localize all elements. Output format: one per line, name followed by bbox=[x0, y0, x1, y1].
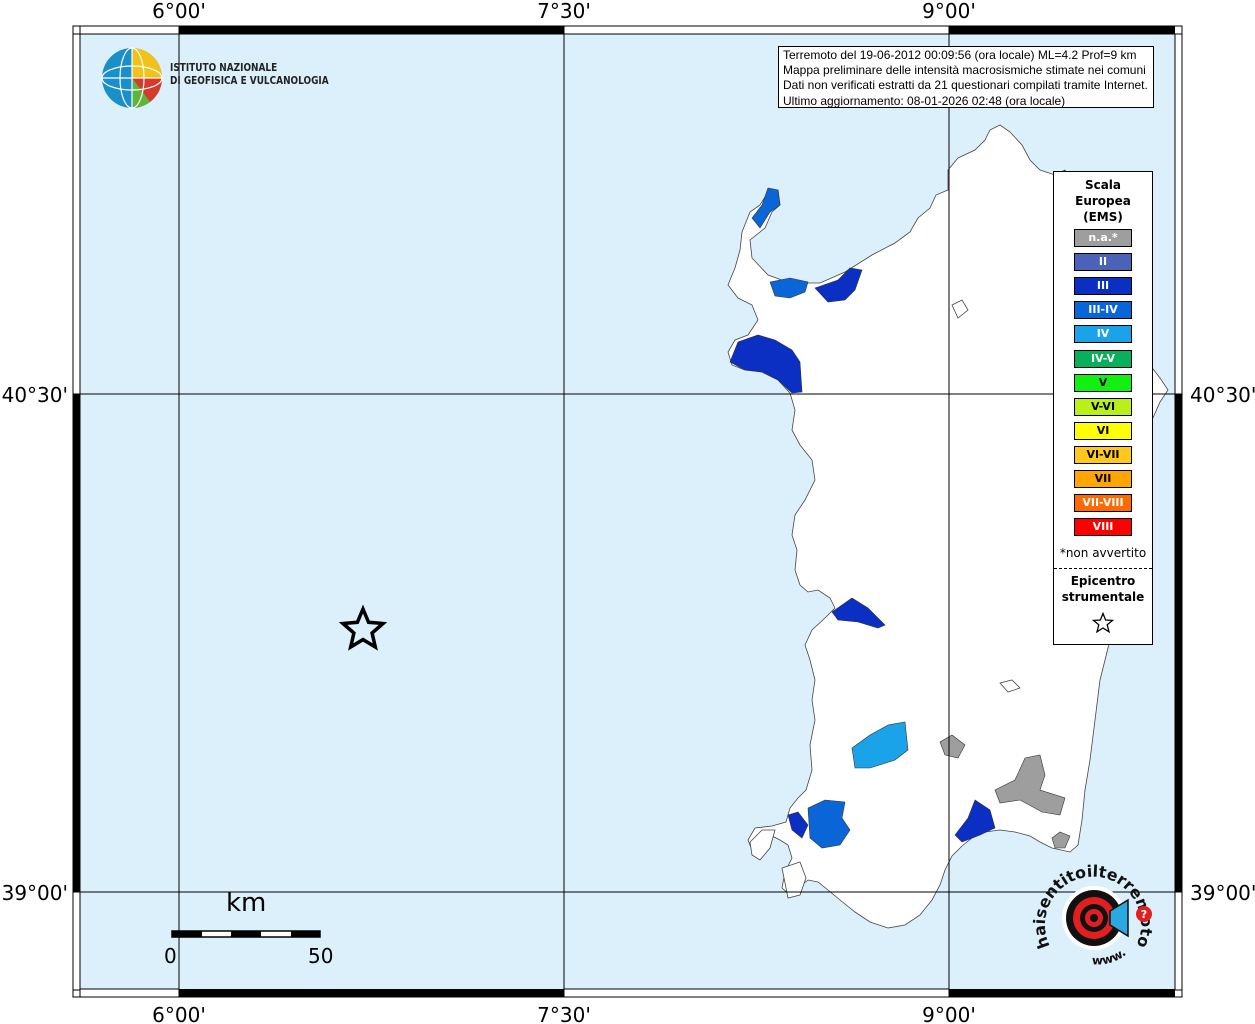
scale-start-label: 0 bbox=[164, 944, 177, 968]
lat-label-left: 39°00' bbox=[2, 881, 68, 905]
info-line: Mappa preliminare delle intensità macros… bbox=[783, 63, 1146, 78]
info-line: Ultimo aggiornamento: 08-01-2026 02:48 (… bbox=[783, 93, 1066, 108]
haisentito-logo-icon: haisentitoilterremoto.it www. ? bbox=[1032, 856, 1156, 968]
legend-swatch: V-VI bbox=[1074, 397, 1132, 416]
legend-epicenter-label: Epicentro strumentale bbox=[1054, 573, 1152, 605]
lon-label-top: 6°00' bbox=[152, 0, 206, 23]
scale-end-label: 50 bbox=[308, 944, 334, 968]
legend-swatch: n.a.* bbox=[1074, 229, 1132, 247]
legend-swatch: VII bbox=[1074, 470, 1132, 488]
legend-swatch: III-IV bbox=[1074, 301, 1132, 320]
legend-swatch: VIII bbox=[1074, 518, 1132, 537]
legend-note: *non avvertito bbox=[1059, 546, 1147, 560]
lat-label-left: 40°30' bbox=[2, 383, 68, 407]
legend-swatch: VI-VII bbox=[1074, 445, 1132, 464]
globe-logo-icon bbox=[101, 47, 163, 109]
ems-legend: Scala Europea (EMS) n.a.* II III III-IV IV IV… bbox=[1053, 171, 1153, 645]
ingv-logo: ISTITUTO NAZIONALE DI GEOFISICA E VULCAN… bbox=[100, 46, 330, 110]
legend-epicenter-line: strumentale bbox=[1061, 590, 1145, 604]
lon-label-bottom: 9°00' bbox=[922, 1003, 976, 1024]
legend-title-line: (EMS) bbox=[1083, 210, 1123, 224]
logo-line2: DI GEOFISICA E VULCANOLOGIA bbox=[170, 75, 329, 87]
legend-title-line: Scala bbox=[1084, 178, 1122, 192]
legend-swatch: II bbox=[1074, 253, 1132, 272]
legend-swatch: V bbox=[1074, 373, 1132, 392]
legend-swatch: III bbox=[1074, 277, 1132, 296]
legend-title: Scala Europea (EMS) bbox=[1054, 177, 1152, 225]
info-line: Dati non verificati estratti da 21 quest… bbox=[783, 78, 1148, 93]
legend-title-line: Europea bbox=[1075, 194, 1131, 208]
legend-swatch: VII-VIII bbox=[1074, 494, 1132, 513]
logo-line1: ISTITUTO NAZIONALE bbox=[170, 62, 278, 74]
legend-swatch: IV-V bbox=[1074, 349, 1132, 368]
scale-unit-label: km bbox=[226, 888, 267, 918]
lon-label-bottom: 7°30' bbox=[537, 1003, 591, 1024]
lat-label-right: 39°00' bbox=[1190, 881, 1255, 905]
lon-label-top: 7°30' bbox=[537, 0, 591, 23]
info-line: Terremoto del 19-06-2012 00:09:56 (ora l… bbox=[783, 48, 1137, 62]
svg-text:?: ? bbox=[1141, 908, 1147, 921]
earthquake-info-box: Terremoto del 19-06-2012 00:09:56 (ora l… bbox=[778, 46, 1154, 108]
legend-epicenter-line: Epicentro bbox=[1070, 574, 1136, 588]
lat-label-right: 40°30' bbox=[1190, 383, 1255, 407]
legend-divider bbox=[1054, 568, 1152, 569]
legend-swatch: VI bbox=[1074, 421, 1132, 440]
scale-bar bbox=[171, 930, 321, 938]
lon-label-bottom: 6°00' bbox=[152, 1003, 206, 1024]
legend-swatch: IV bbox=[1074, 325, 1132, 344]
star-outline-icon bbox=[1091, 612, 1115, 634]
lon-label-top: 9°00' bbox=[922, 0, 976, 23]
